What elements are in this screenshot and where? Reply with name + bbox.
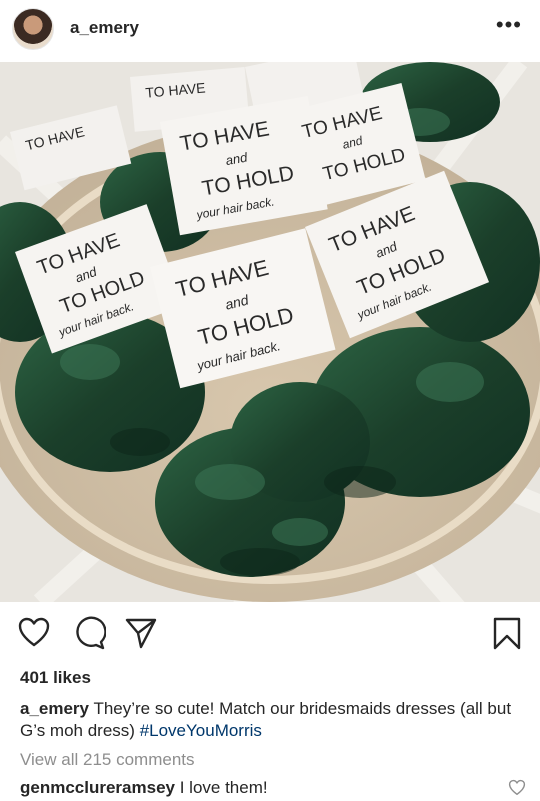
view-all-comments[interactable]: View all 215 comments [20, 750, 195, 770]
post-header: a_emery ••• [0, 0, 540, 58]
caption: a_emery They’re so cute! Match our bride… [20, 698, 525, 742]
comment-heart-icon[interactable] [508, 779, 526, 797]
comment-username[interactable]: genmcclureramsey [20, 778, 175, 797]
username[interactable]: a_emery [70, 18, 139, 38]
comment: genmcclureramsey I love them! [20, 778, 268, 798]
send-icon[interactable] [124, 616, 158, 650]
scrunchies-photo: TO HAVE TO HAVE TO HAVE and TO HOLD your… [0, 62, 540, 602]
comment-icon[interactable] [72, 616, 106, 650]
bookmark-icon[interactable] [490, 616, 524, 650]
caption-text: They’re so cute! Match our bridesmaids d… [20, 699, 512, 740]
caption-username[interactable]: a_emery [20, 699, 89, 718]
post-photo[interactable]: TO HAVE TO HAVE TO HAVE and TO HOLD your… [0, 62, 540, 602]
action-bar [0, 612, 540, 656]
likes-count[interactable]: 401 likes [20, 668, 91, 688]
more-options-icon[interactable]: ••• [496, 12, 522, 38]
avatar[interactable] [12, 8, 54, 50]
comment-text: I love them! [179, 778, 268, 797]
caption-hashtag[interactable]: #LoveYouMorris [140, 721, 262, 740]
heart-icon[interactable] [17, 616, 51, 650]
